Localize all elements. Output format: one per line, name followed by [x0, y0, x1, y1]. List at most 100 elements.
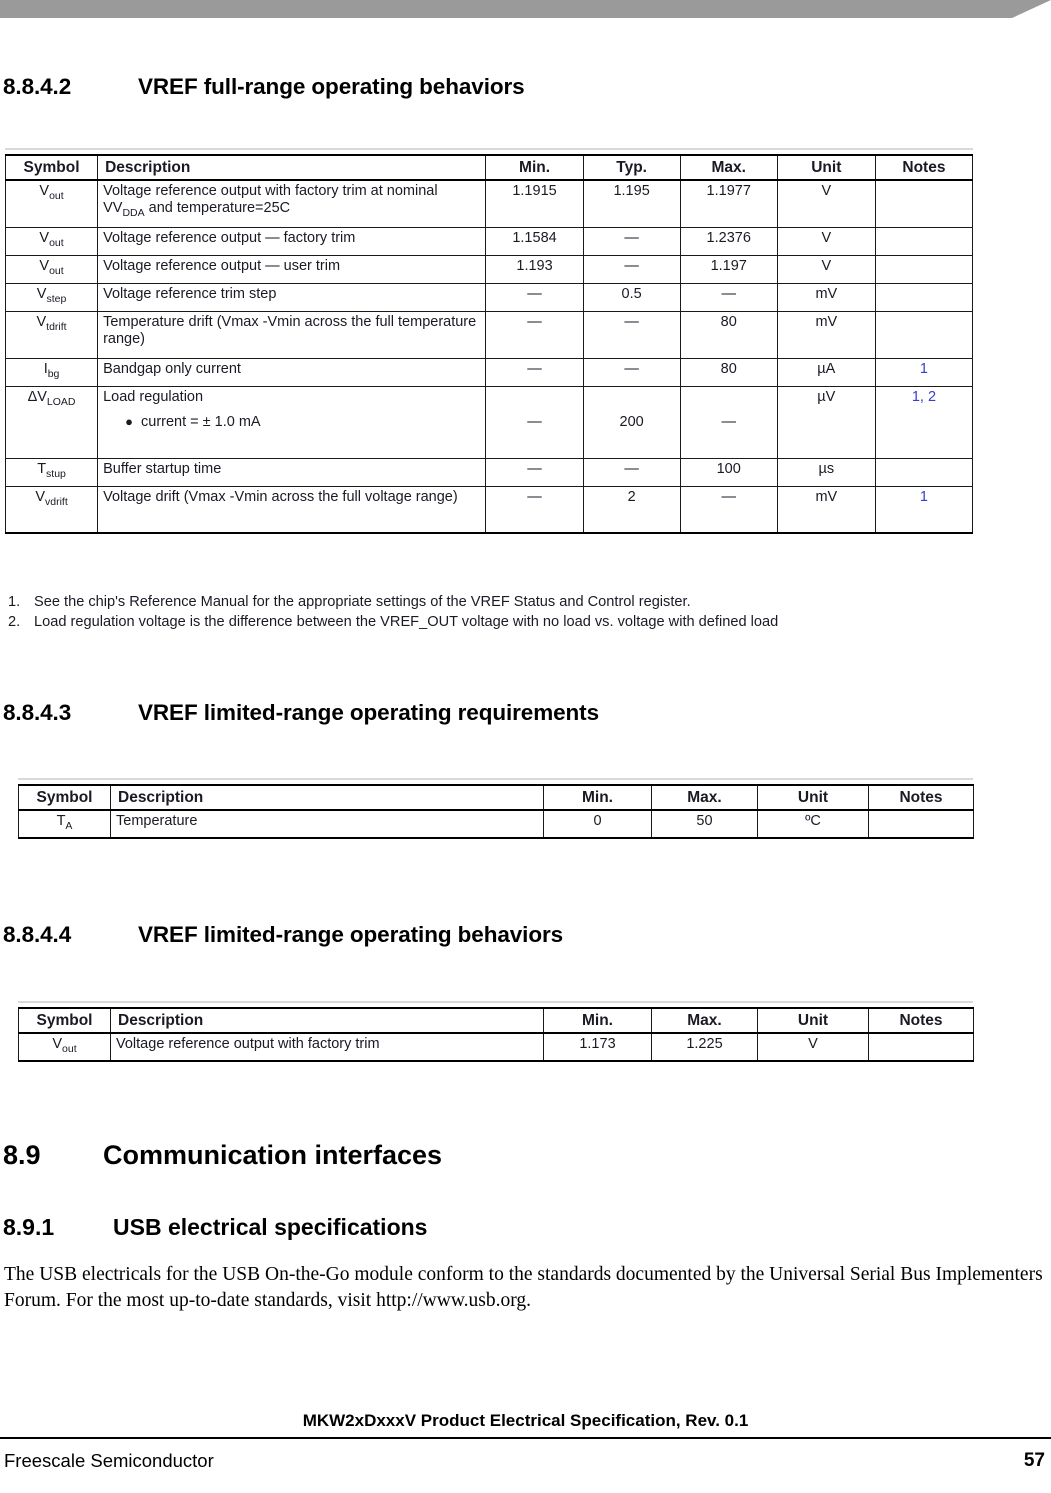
cell-unit: V — [776, 254, 876, 284]
th-description: Description — [97, 154, 487, 181]
cell-notes — [874, 310, 974, 359]
cell-description-bullet: ● current = ± 1.0 mA — [125, 413, 261, 430]
th-symbol: Symbol — [4, 154, 99, 181]
cell-max: 80 — [679, 357, 778, 387]
heading-number: 8.8.4.3 — [3, 700, 72, 725]
cell-min: 0 — [543, 809, 652, 839]
th-typ: Typ. — [582, 154, 681, 181]
table-footnotes: 1. See the chip's Reference Manual for t… — [8, 592, 968, 632]
cell-max: — — [679, 485, 778, 534]
cell-unit: µV — [776, 385, 876, 459]
cell-unit: mV — [776, 282, 876, 312]
th-max: Max. — [679, 154, 778, 181]
th-max: Max. — [651, 784, 758, 811]
cell-min: — — [485, 457, 584, 487]
heading-8-8-4-3: 8.8.4.3 VREF limited-range operating requ… — [3, 700, 599, 726]
cell-unit: µs — [776, 457, 876, 487]
table-vref-limited-range-requirements: Symbol Description Min. Max. Unit Notes … — [18, 778, 974, 839]
th-min: Min. — [543, 784, 652, 811]
cell-description: Buffer startup time — [97, 457, 487, 487]
heading-text: USB electrical specifications — [113, 1214, 428, 1240]
heading-number: 8.8.4.4 — [3, 922, 72, 947]
footnote-marker: 1. — [8, 594, 21, 610]
cell-min: 1.1915 — [485, 179, 584, 228]
table-row: Vtdrift Temperature drift (Vmax -Vmin ac… — [4, 310, 974, 359]
cell-unit: µA — [776, 357, 876, 387]
cell-typ: — — [582, 357, 681, 387]
cell-min: 1.1584 — [485, 226, 584, 256]
cell-unit: mV — [776, 485, 876, 534]
table-row: Vout Voltage reference output — factory … — [4, 226, 974, 256]
table-header-row: Symbol Description Min. Max. Unit Notes — [18, 1007, 974, 1034]
cell-notes — [874, 179, 974, 228]
footnote-text: Load regulation voltage is the differenc… — [34, 614, 779, 630]
cell-symbol: Vout — [4, 226, 99, 256]
footer-divider — [0, 1437, 1051, 1439]
cell-unit: ºC — [757, 809, 869, 839]
cell-max: 1.225 — [651, 1032, 758, 1062]
heading-8-8-4-2: 8.8.4.2 VREF full-range operating behavio… — [3, 74, 525, 100]
cell-notes — [868, 809, 974, 839]
table-top-rule — [18, 1001, 973, 1003]
footer-page-number: 57 — [1023, 1450, 1045, 1471]
table-row: Vout Voltage reference output — user tri… — [4, 254, 974, 284]
cell-symbol: TA — [18, 809, 111, 839]
cell-description: Voltage reference output with factory tr… — [110, 1032, 544, 1062]
cell-unit: V — [776, 179, 876, 228]
cell-unit: V — [757, 1032, 869, 1062]
footnote-item: 1. See the chip's Reference Manual for t… — [8, 592, 968, 612]
cell-max: 1.2376 — [679, 226, 778, 256]
th-description: Description — [110, 1007, 544, 1034]
cell-notes: 1, 2 — [874, 385, 974, 459]
heading-number: 8.9.1 — [3, 1214, 55, 1240]
table-row: Vout Voltage reference output with facto… — [18, 1032, 974, 1062]
cell-min: — — [485, 310, 584, 359]
cell-max: — — [679, 385, 778, 459]
footer-document-title: MKW2xDxxxV Product Electrical Specificat… — [302, 1411, 749, 1430]
cell-symbol: Vtdrift — [4, 310, 99, 359]
cell-max: 1.1977 — [679, 179, 778, 228]
cell-typ: 0.5 — [582, 282, 681, 312]
heading-number: 8.9 — [3, 1140, 41, 1170]
cell-min: — — [485, 485, 584, 534]
th-unit: Unit — [776, 154, 876, 181]
cell-symbol: Vout — [18, 1032, 111, 1062]
table-row: Vout Voltage reference output with facto… — [4, 179, 974, 228]
bullet-dot: ● — [125, 413, 133, 429]
cell-typ: — — [582, 254, 681, 284]
cell-notes — [874, 282, 974, 312]
table-top-rule — [18, 778, 973, 780]
cell-max: 1.197 — [679, 254, 778, 284]
cell-symbol: Vout — [4, 179, 99, 228]
cell-min: 1.193 — [485, 254, 584, 284]
cell-notes: 1 — [874, 485, 974, 534]
th-notes: Notes — [868, 784, 974, 811]
cell-max: 100 — [679, 457, 778, 487]
footnote-item: 2. Load regulation voltage is the differ… — [8, 612, 968, 632]
footnote-marker: 2. — [8, 614, 21, 630]
th-notes: Notes — [874, 154, 974, 181]
cell-description: Voltage reference output with factory tr… — [97, 179, 487, 228]
th-min: Min. — [485, 154, 584, 181]
footnote-text: See the chip's Reference Manual for the … — [34, 594, 691, 610]
th-unit: Unit — [757, 784, 869, 811]
heading-text: Communication interfaces — [103, 1140, 443, 1170]
cell-typ: 1.195 — [582, 179, 681, 228]
cell-symbol: Vvdrift — [4, 485, 99, 534]
table-vref-limited-range-behaviors: Symbol Description Min. Max. Unit Notes … — [18, 1001, 974, 1062]
th-min: Min. — [543, 1007, 652, 1034]
table-row: Vstep Voltage reference trim step — 0.5 … — [4, 282, 974, 312]
table-row: Tstup Buffer startup time — — 100 µs — [4, 457, 974, 487]
cell-symbol: Vstep — [4, 282, 99, 312]
th-symbol: Symbol — [18, 1007, 111, 1034]
cell-notes — [874, 226, 974, 256]
cell-typ: 200 — [582, 385, 681, 459]
cell-description: Temperature drift (Vmax -Vmin across the… — [97, 310, 487, 359]
heading-8-9: 8.9 Communication interfaces — [3, 1140, 442, 1171]
cell-typ: — — [582, 226, 681, 256]
cell-description-text: Load regulation — [103, 388, 204, 405]
cell-min: — — [485, 282, 584, 312]
th-notes: Notes — [868, 1007, 974, 1034]
cell-unit: V — [776, 226, 876, 256]
cell-description: Load regulation ● current = ± 1.0 mA — [97, 385, 487, 459]
